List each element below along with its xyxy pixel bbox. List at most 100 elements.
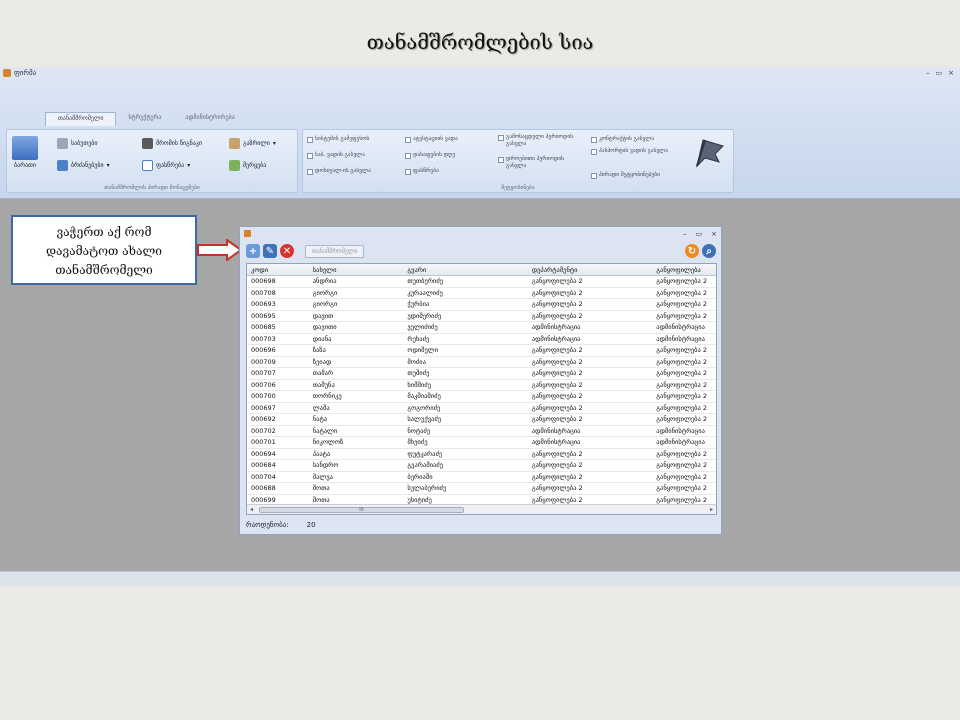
cell-surname: თუშიძე bbox=[407, 369, 430, 378]
table-row[interactable]: 000706 თამუნა ხიმშიძე განყოფილება 2 განყოფილ… bbox=[247, 380, 716, 391]
callout-box: ვაჭერთ აქ რომ დავამატოთ ახალი თანამშრომე… bbox=[11, 215, 197, 285]
cell-department: ადმინისტრაცია bbox=[531, 426, 581, 435]
refresh-icon[interactable]: ↻ bbox=[685, 244, 699, 258]
column-header-division[interactable]: განყოფილება bbox=[652, 266, 716, 274]
schedule-button[interactable]: მერყება bbox=[229, 160, 266, 171]
filter-checkbox[interactable]: კონტრაქტის გასვლა bbox=[591, 136, 654, 143]
filter-checkbox[interactable]: დოსიეალ-ის გასვლა bbox=[307, 168, 371, 175]
minimize-button[interactable]: – bbox=[926, 69, 930, 77]
cell-code: 000701 bbox=[251, 438, 276, 447]
orders-label: ბრძანებები bbox=[71, 162, 104, 169]
tab-administration[interactable]: ადმინისტრირება bbox=[173, 112, 246, 126]
filter-checkbox[interactable]: ფასწრება bbox=[405, 168, 439, 175]
cards-button[interactable]: ბარათი bbox=[12, 136, 38, 169]
salary-button[interactable]: ფასწრება ▾ bbox=[142, 160, 190, 171]
flag-icon[interactable] bbox=[693, 136, 725, 170]
filter-checkbox[interactable]: დროებითი პერიოდის გასვლა bbox=[498, 156, 586, 170]
callout-line: დავამატოთ ახალი bbox=[45, 244, 163, 258]
cell-code: 000709 bbox=[251, 357, 276, 366]
cell-division: განყოფილება 2 bbox=[656, 415, 708, 424]
chevron-down-icon: ▾ bbox=[187, 162, 191, 169]
cell-name: ნიკოლოზ bbox=[312, 438, 344, 447]
column-header-department[interactable]: დეპარტამენტი bbox=[528, 266, 652, 274]
column-header-code[interactable]: კოდი bbox=[247, 266, 309, 274]
app-icon bbox=[3, 69, 11, 77]
cell-department: განყოფილება 2 bbox=[531, 311, 583, 320]
close-button[interactable]: × bbox=[948, 69, 954, 77]
table-row[interactable]: 000685 დავითი ველიძიძე ადმინისტრაცია ადმინის… bbox=[247, 322, 716, 334]
orders-button[interactable]: ბრძანებები ▾ bbox=[57, 160, 110, 171]
cell-name: ზეიად bbox=[312, 357, 332, 366]
table-row[interactable]: 000702 ნატალი ნოტაძე ადმინისტრაცია ადმინისტრ… bbox=[247, 426, 716, 437]
minimize-button[interactable]: – bbox=[683, 230, 687, 238]
table-row[interactable]: 000709 ზეიად მოძია განყოფილება 2 განყოფილება… bbox=[247, 357, 716, 368]
scroll-right-icon[interactable]: ▸ bbox=[710, 506, 713, 513]
list-window-titlebar: – ▭ × bbox=[240, 227, 721, 240]
filter-checkbox[interactable]: პირადი შეტყობინებები bbox=[591, 172, 660, 179]
cell-surname: უსიტიძე bbox=[407, 495, 432, 504]
cell-department: განყოფილება 2 bbox=[531, 357, 583, 366]
table-row[interactable]: 000692 ნატა სალუქვაძე განყოფილება 2 განყოფილ… bbox=[247, 414, 716, 426]
cell-name: შოთა bbox=[312, 484, 330, 493]
maximize-button[interactable]: ▭ bbox=[936, 69, 943, 77]
tab-employee-list[interactable]: თანამშრომელი bbox=[305, 244, 365, 258]
scroll-thumb[interactable]: III bbox=[259, 507, 464, 513]
cell-division: განყოფილება 2 bbox=[656, 311, 708, 320]
cell-division: განყოფილება 2 bbox=[656, 403, 708, 412]
delete-button[interactable]: ✕ bbox=[280, 244, 294, 258]
filter-checkbox[interactable]: ატესტაციის ვადა bbox=[405, 136, 458, 143]
cell-division: განყოფილება 2 bbox=[656, 461, 708, 470]
cell-name: ზაზა bbox=[312, 346, 326, 355]
table-row[interactable]: 000696 ზაზა ოდიშელი განყოფილება 2 განყოფილებ… bbox=[247, 345, 716, 357]
edit-icon[interactable]: ✎ bbox=[263, 244, 277, 258]
cell-code: 000697 bbox=[251, 403, 276, 412]
cell-code: 000703 bbox=[251, 334, 276, 343]
table-row[interactable]: 000697 ლაშა გოგორიძე განყოფილება 2 განყოფილე… bbox=[247, 403, 716, 414]
filter-checkbox[interactable]: პასპორტის ვადის გასვლა bbox=[591, 148, 676, 155]
cell-department: განყოფილება 2 bbox=[531, 380, 583, 389]
table-row[interactable]: 000703 დიანა რუხაძე ადმინისტრაცია ადმინისტრა… bbox=[247, 334, 716, 345]
cell-code: 000708 bbox=[251, 288, 276, 297]
window-icon bbox=[244, 230, 251, 237]
table-row[interactable]: 000684 სანდრო გვარამიაძე განყოფილება 2 განყო… bbox=[247, 460, 716, 472]
filter-checkbox[interactable]: საბ. ვადის გასვლა bbox=[307, 152, 365, 159]
cell-department: განყოფილება 2 bbox=[531, 277, 583, 286]
cell-department: განყოფილება 2 bbox=[531, 300, 583, 309]
cell-surname: ოდიშელი bbox=[407, 346, 439, 355]
table-row[interactable]: 000694 პაატა ფუტკარაძე განყოფილება 2 განყოფი… bbox=[247, 449, 716, 460]
table-row[interactable]: 000695 დავით ედიშერიძე განყოფილება 2 განყოფი… bbox=[247, 311, 716, 322]
cell-code: 000700 bbox=[251, 392, 276, 401]
table-row[interactable]: 000698 ანდრია თუთბერიძე განყოფილება 2 განყოფ… bbox=[247, 276, 716, 288]
table-row[interactable]: 000707 თამარ თუშიძე განყოფილება 2 განყოფილებ… bbox=[247, 368, 716, 380]
close-button[interactable]: × bbox=[711, 230, 717, 238]
cell-surname: სულაბერიძე bbox=[407, 484, 447, 493]
cell-division: განყოფილება 2 bbox=[656, 392, 708, 401]
cell-code: 000707 bbox=[251, 369, 276, 378]
filter-checkbox[interactable]: გამოსაცდელი პერიოდის გასვლა bbox=[498, 134, 586, 148]
maximize-button[interactable]: ▭ bbox=[696, 230, 703, 238]
table-row[interactable]: 000688 შოთა სულაბერიძე განყოფილება 2 განყოფი… bbox=[247, 483, 716, 495]
cell-department: განყოფილება 2 bbox=[531, 403, 583, 412]
scroll-left-icon[interactable]: ◂ bbox=[250, 506, 253, 513]
tab-employee[interactable]: თანამშრომელი bbox=[45, 112, 117, 126]
search-icon[interactable]: ⌕ bbox=[702, 244, 716, 258]
list-statusbar: რაოდენობა: 20 bbox=[240, 516, 721, 534]
work-book-button[interactable]: შრომის წიგნაკი bbox=[142, 138, 202, 149]
documents-button[interactable]: საბუთები bbox=[57, 138, 97, 149]
table-row[interactable]: 000704 შალვა ბერიაში განყოფილება 2 განყოფილე… bbox=[247, 472, 716, 483]
column-header-name[interactable]: სახელი bbox=[309, 266, 404, 274]
vacation-button[interactable]: გაზრილი ▾ bbox=[229, 138, 276, 149]
table-row[interactable]: 000701 ნიკოლოზ მხეიძე ადმინისტრაცია ადმინისტ… bbox=[247, 437, 716, 449]
documents-label: საბუთები bbox=[71, 140, 98, 147]
table-row[interactable]: 000708 გიორგი კურაალიძე განყოფილება 2 განყოფ… bbox=[247, 288, 716, 299]
filter-checkbox[interactable]: დასაფების დღე bbox=[405, 152, 455, 159]
column-header-surname[interactable]: გვარი bbox=[403, 266, 527, 274]
add-employee-button[interactable]: + bbox=[246, 244, 260, 258]
cell-department: განყოფილება 2 bbox=[531, 288, 583, 297]
horizontal-scrollbar[interactable]: ◂ III ▸ bbox=[247, 504, 716, 514]
filter-checkbox[interactable]: სისტემის გამეფესოს bbox=[307, 136, 369, 143]
tab-structure[interactable]: სტრუქტურა bbox=[116, 112, 173, 126]
table-row[interactable]: 000693 გიორგი ჭურბია განყოფილება 2 განყოფილე… bbox=[247, 299, 716, 311]
table-row[interactable]: 000700 თორნიკე მაკშიაშიძე განყოფილება 2 განყ… bbox=[247, 391, 716, 403]
cell-department: განყოფილება 2 bbox=[531, 484, 583, 493]
